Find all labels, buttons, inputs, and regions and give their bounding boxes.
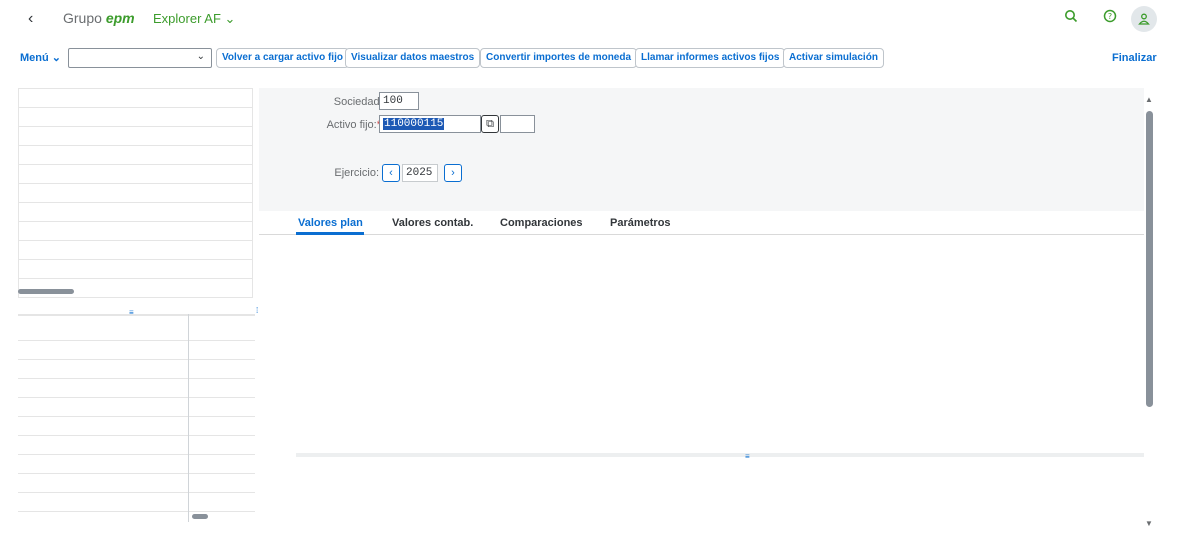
activo-fijo-input[interactable]: 110000115 xyxy=(379,115,481,133)
selection-header: Sociedad:* 100 Activo fijo:* 110000115 ⧉… xyxy=(259,88,1144,211)
shell-bar: ‹ Grupo epm Explorer AF ⌄ ? xyxy=(0,0,1182,44)
row-divider xyxy=(18,397,255,398)
row-divider xyxy=(18,340,255,341)
search-icon[interactable] xyxy=(1061,9,1081,29)
toolbar: Menú ⌄ ⌄ Volver a cargar activo fijo Vis… xyxy=(0,45,1182,71)
activate-simulation-button[interactable]: Activar simulación xyxy=(783,48,884,68)
menu-button[interactable]: Menú ⌄ xyxy=(20,51,61,64)
vertical-scroll-thumb[interactable] xyxy=(1146,111,1153,407)
app-title-menu[interactable]: Explorer AF ⌄ xyxy=(153,11,235,27)
display-master-data-button[interactable]: Visualizar datos maestros xyxy=(345,48,481,68)
ejercicio-label: Ejercicio: xyxy=(334,167,379,179)
asset-tree-panel[interactable] xyxy=(18,88,253,298)
content-splitter[interactable] xyxy=(296,453,1144,457)
row-divider xyxy=(18,378,255,379)
row-divider xyxy=(19,126,252,127)
activo-fijo-value: 110000115 xyxy=(383,118,445,130)
row-divider xyxy=(18,359,255,360)
asset-explorer-main: Sociedad:* 100 Activo fijo:* 110000115 ⧉… xyxy=(259,88,1144,534)
activo-subnumber-input[interactable] xyxy=(500,115,535,133)
column-separator[interactable] xyxy=(188,314,189,522)
brand-name: epm xyxy=(105,10,135,26)
call-reports-button[interactable]: Llamar informes activos fijos xyxy=(635,48,786,68)
row-divider xyxy=(19,259,252,260)
row-divider xyxy=(19,145,252,146)
row-divider xyxy=(18,492,255,493)
reload-asset-button[interactable]: Volver a cargar activo fijo xyxy=(216,48,349,68)
row-divider xyxy=(19,202,252,203)
command-select[interactable]: ⌄ xyxy=(68,48,212,68)
row-divider xyxy=(18,511,255,512)
svg-text:?: ? xyxy=(1108,12,1112,21)
splitter-grip-icon[interactable]: ≡ xyxy=(745,452,750,461)
previous-year-icon[interactable]: ‹ xyxy=(382,164,400,182)
tab-valores-plan[interactable]: Valores plan xyxy=(298,217,363,229)
horizontal-scrollbar[interactable] xyxy=(18,289,74,294)
next-year-icon[interactable]: › xyxy=(444,164,462,182)
row-divider xyxy=(18,416,255,417)
convert-currency-button[interactable]: Convertir importes de moneda xyxy=(480,48,638,68)
value-help-icon[interactable]: ⧉ xyxy=(481,115,499,133)
scroll-up-icon[interactable]: ▲ xyxy=(1145,95,1153,104)
back-icon[interactable]: ‹ xyxy=(28,10,33,28)
scroll-down-icon[interactable]: ▼ xyxy=(1145,519,1153,528)
user-avatar-icon[interactable] xyxy=(1131,6,1157,32)
row-divider xyxy=(19,278,252,279)
brand-logo: Grupo epm xyxy=(63,10,135,26)
active-tab-indicator xyxy=(296,232,364,235)
row-divider xyxy=(19,183,252,184)
row-divider xyxy=(19,164,252,165)
activo-fijo-label: Activo fijo:* xyxy=(326,119,381,131)
tab-bar: Valores plan Valores contab. Comparacion… xyxy=(259,211,1144,235)
tab-comparaciones[interactable]: Comparaciones xyxy=(500,217,583,229)
row-divider xyxy=(19,221,252,222)
asset-detail-table[interactable] xyxy=(18,314,255,522)
help-icon[interactable]: ? xyxy=(1100,9,1120,29)
brand-prefix: Grupo xyxy=(63,10,102,26)
row-divider xyxy=(18,473,255,474)
row-divider xyxy=(18,435,255,436)
row-divider xyxy=(19,107,252,108)
sociedad-label: Sociedad:* xyxy=(333,96,387,108)
splitter-grip-icon[interactable]: ⁞ xyxy=(256,306,258,315)
ejercicio-input[interactable]: 2025 xyxy=(402,164,438,182)
row-divider xyxy=(18,454,255,455)
sociedad-input[interactable]: 100 xyxy=(379,92,419,110)
row-divider xyxy=(19,240,252,241)
tab-valores-contab[interactable]: Valores contab. xyxy=(392,217,473,229)
tab-parametros[interactable]: Parámetros xyxy=(610,217,671,229)
chevron-down-icon: ⌄ xyxy=(196,51,205,62)
horizontal-scrollbar[interactable] xyxy=(192,514,208,519)
finalizar-button[interactable]: Finalizar xyxy=(1112,52,1157,64)
